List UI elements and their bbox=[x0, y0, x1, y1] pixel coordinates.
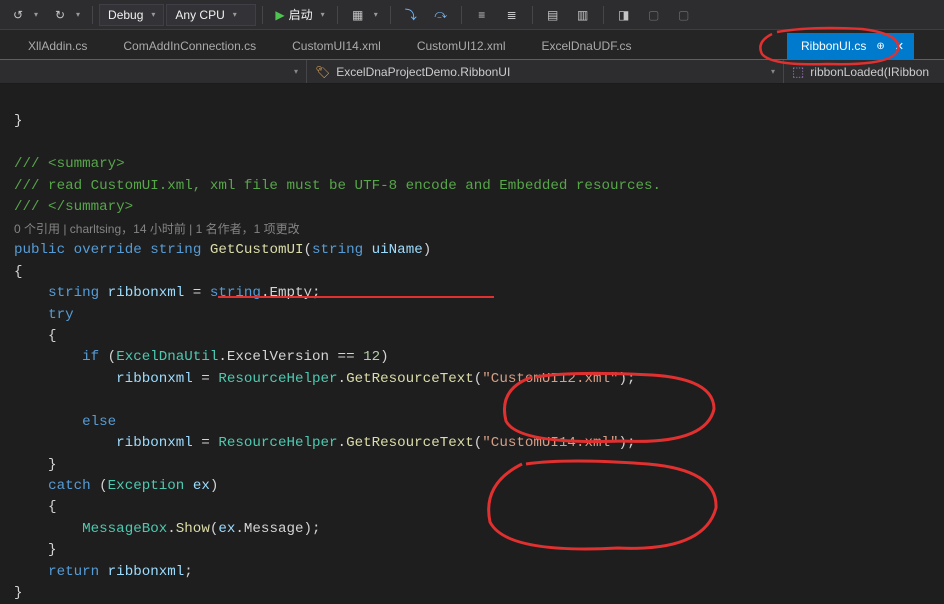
separator bbox=[337, 6, 338, 24]
separator bbox=[92, 6, 93, 24]
kw: else bbox=[82, 414, 116, 430]
pin-icon[interactable]: ⊕ bbox=[876, 41, 884, 52]
local: ribbonxml bbox=[108, 564, 185, 580]
kw: try bbox=[48, 307, 74, 323]
type: ResourceHelper bbox=[218, 371, 337, 387]
type: MessageBox bbox=[82, 521, 167, 537]
step-over-button[interactable]: ⤼ bbox=[427, 5, 455, 25]
start-label: 启动 bbox=[289, 6, 313, 23]
tab-exceldnaudf[interactable]: ExcelDnaUDF.cs bbox=[524, 33, 650, 59]
bookmark2-button[interactable]: ▢ bbox=[640, 5, 668, 25]
param: uiName bbox=[372, 242, 423, 258]
separator bbox=[461, 6, 462, 24]
tab-ribbonui[interactable]: RibbonUI.cs ⊕ ✕ bbox=[787, 33, 914, 59]
indent-button[interactable]: ≣ bbox=[498, 5, 526, 25]
outdent-button[interactable]: ≡ bbox=[468, 5, 496, 25]
nav-class-label: ExcelDnaProjectDemo.RibbonUI bbox=[336, 65, 510, 79]
nav-member-dropdown[interactable]: ⬚ ribbonLoaded(IRibbon bbox=[784, 60, 944, 83]
tb-icon-1[interactable]: ▦▾ bbox=[344, 5, 384, 25]
method: GetResourceText bbox=[346, 435, 474, 451]
comment: /// <summary> bbox=[14, 156, 125, 172]
kw: string bbox=[312, 242, 363, 258]
nav-project-dropdown[interactable]: ▾ bbox=[0, 60, 306, 83]
local: ex bbox=[218, 521, 235, 537]
local: ribbonxml bbox=[116, 435, 193, 451]
code-editor[interactable]: } /// <summary> /// read CustomUI.xml, x… bbox=[0, 84, 944, 604]
config-label: Debug bbox=[108, 8, 143, 22]
document-tabstrip: XllAddin.cs ComAddInConnection.cs Custom… bbox=[0, 30, 944, 60]
kw: if bbox=[82, 349, 99, 365]
kw: string bbox=[150, 242, 201, 258]
nav-class-dropdown[interactable]: 🏷 ExcelDnaProjectDemo.RibbonUI ▾ bbox=[306, 60, 784, 83]
separator bbox=[603, 6, 604, 24]
nav-back-button[interactable]: ↺▾ bbox=[4, 5, 44, 25]
method: GetResourceText bbox=[346, 371, 474, 387]
comment: /// read CustomUI.xml, xml file must be … bbox=[14, 178, 661, 194]
solution-config-dropdown[interactable]: Debug▾ bbox=[99, 4, 164, 26]
kw: override bbox=[74, 242, 142, 258]
method-name: GetCustomUI bbox=[210, 242, 304, 258]
step-into-button[interactable]: ⤵ bbox=[397, 5, 425, 25]
type: Exception bbox=[108, 478, 185, 494]
prop: ExcelVersion bbox=[227, 349, 329, 365]
platform-label: Any CPU bbox=[175, 8, 224, 22]
bookmark-button[interactable]: ◨ bbox=[610, 5, 638, 25]
type: ExcelDnaUtil bbox=[116, 349, 218, 365]
method-icon: ⬚ bbox=[792, 64, 804, 80]
kw: string bbox=[210, 285, 261, 301]
start-debug-button[interactable]: ▶启动▾ bbox=[269, 4, 330, 25]
comment: /// </summary> bbox=[14, 199, 133, 215]
local: ribbonxml bbox=[116, 371, 193, 387]
local: ex bbox=[193, 478, 210, 494]
string: "CustomUI14.xml" bbox=[482, 435, 618, 451]
tab-customui12[interactable]: CustomUI12.xml bbox=[399, 33, 524, 59]
code-nav-bar: ▾ 🏷 ExcelDnaProjectDemo.RibbonUI ▾ ⬚ rib… bbox=[0, 60, 944, 84]
string: "CustomUI12.xml" bbox=[482, 371, 618, 387]
type: ResourceHelper bbox=[218, 435, 337, 451]
separator bbox=[532, 6, 533, 24]
method: Show bbox=[176, 521, 210, 537]
kw: return bbox=[48, 564, 99, 580]
main-toolbar: ↺▾ ↻▾ Debug▾ Any CPU▾ ▶启动▾ ▦▾ ⤵ ⤼ ≡ ≣ ▤ … bbox=[0, 0, 944, 30]
nav-fwd-button[interactable]: ↻▾ bbox=[46, 5, 86, 25]
prop: Empty bbox=[269, 285, 312, 301]
separator bbox=[390, 6, 391, 24]
kw: catch bbox=[48, 478, 91, 494]
uncomment-button[interactable]: ▥ bbox=[569, 5, 597, 25]
class-icon: 🏷 bbox=[315, 65, 330, 79]
close-icon[interactable]: ✕ bbox=[895, 40, 904, 53]
solution-platform-dropdown[interactable]: Any CPU▾ bbox=[166, 4, 256, 26]
tab-comaddinconn[interactable]: ComAddInConnection.cs bbox=[105, 33, 274, 59]
tab-label: RibbonUI.cs bbox=[801, 39, 866, 53]
num: 12 bbox=[363, 349, 380, 365]
separator bbox=[262, 6, 263, 24]
bookmark3-button[interactable]: ▢ bbox=[670, 5, 698, 25]
local: ribbonxml bbox=[108, 285, 185, 301]
kw: string bbox=[48, 285, 99, 301]
nav-method-label: ribbonLoaded(IRibbon bbox=[810, 65, 929, 79]
kw: public bbox=[14, 242, 65, 258]
comment-button[interactable]: ▤ bbox=[539, 5, 567, 25]
code-brace: } bbox=[14, 113, 23, 129]
tab-xlladdin[interactable]: XllAddin.cs bbox=[10, 33, 105, 59]
prop: Message bbox=[244, 521, 304, 537]
tab-customui14[interactable]: CustomUI14.xml bbox=[274, 33, 399, 59]
codelens-indicator[interactable]: 0 个引用 | charltsing，14 小时前 | 1 名作者，1 项更改 bbox=[14, 218, 944, 240]
